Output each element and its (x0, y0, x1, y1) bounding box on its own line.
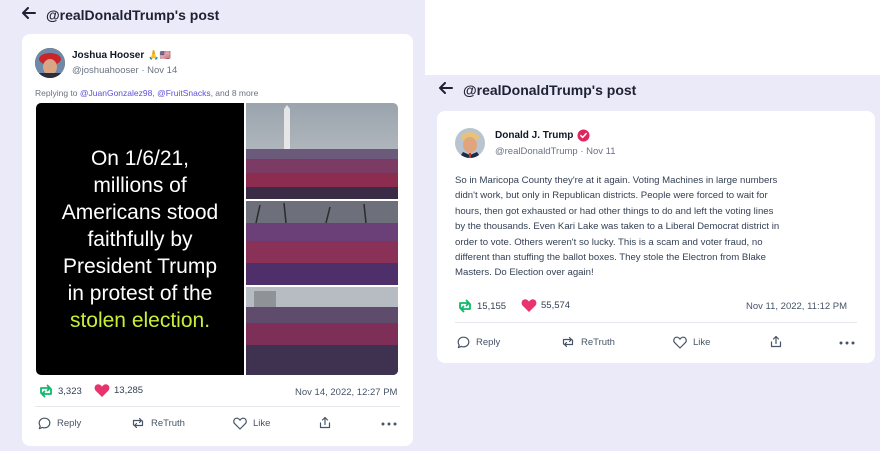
more-icon (839, 341, 855, 345)
quote-line: millions of (93, 173, 187, 197)
back-arrow-icon[interactable] (22, 6, 36, 24)
left-post-card: Joshua Hooser 🙏🇺🇸 @joshuahooser · Nov 14… (22, 34, 413, 446)
post-media[interactable]: On 1/6/21, millions of Americans stood f… (36, 103, 398, 375)
replying-to: Replying to @JuanGonzalez98, @FruitSnack… (35, 88, 259, 98)
right-header-title: @realDonaldTrump's post (463, 82, 637, 98)
crowd-photo-3 (246, 287, 398, 375)
divider (455, 322, 857, 323)
divider (35, 406, 400, 407)
share-button[interactable] (319, 416, 331, 429)
like-icon (233, 417, 247, 430)
verified-icon (577, 129, 590, 142)
reply-button[interactable]: Reply (457, 336, 500, 349)
retruth-icon (132, 417, 144, 429)
retruth-icon (562, 336, 574, 348)
like-button[interactable]: Like (233, 417, 270, 430)
left-post-panel: @realDonaldTrump's post Joshua Hooser 🙏🇺… (0, 0, 425, 451)
crowd-photo-2 (246, 201, 398, 285)
heart-icon (94, 384, 110, 397)
like-count[interactable]: 55,574 (521, 298, 570, 313)
heart-icon (521, 299, 537, 312)
quote-image: On 1/6/21, millions of Americans stood f… (36, 103, 244, 375)
author-name[interactable]: Joshua Hooser 🙏🇺🇸 (72, 50, 171, 61)
right-post-card: Donald J. Trump @realDonaldTrump · Nov 1… (437, 111, 875, 363)
share-icon (770, 335, 782, 348)
avatar[interactable] (455, 128, 485, 158)
share-button[interactable] (770, 335, 782, 348)
crowd-photo-1 (246, 103, 398, 199)
reply-button[interactable]: Reply (38, 417, 81, 430)
author-handle-date: @realDonaldTrump · Nov 11 (495, 146, 616, 157)
more-button[interactable] (839, 341, 855, 345)
quote-line: President Trump (62, 254, 218, 278)
comment-icon (457, 336, 470, 349)
post-body-line: order to vote. Others weren't so lucky. … (455, 236, 763, 248)
quote-line: Americans stood (61, 200, 219, 224)
like-count[interactable]: 13,285 (94, 383, 143, 398)
retruth-icon (459, 299, 471, 313)
avatar[interactable] (35, 48, 65, 78)
quote-highlight: stolen election. (69, 308, 211, 332)
left-header-title: @realDonaldTrump's post (46, 7, 220, 23)
post-timestamp[interactable]: Nov 11, 2022, 11:12 PM (746, 301, 847, 312)
retruth-button[interactable]: ReTruth (561, 336, 615, 348)
post-body-line: So in Maricopa County they're at it agai… (455, 175, 778, 186)
author-name[interactable]: Donald J. Trump (495, 129, 590, 142)
right-post-panel: @realDonaldTrump's post Donald J. Trump … (425, 75, 880, 451)
quote-line: On 1/6/21, (90, 146, 190, 170)
right-header: @realDonaldTrump's post (439, 81, 636, 99)
like-icon (673, 336, 687, 349)
quote-line: in protest of the (67, 281, 213, 305)
like-button[interactable]: Like (673, 336, 710, 349)
author-handle-date: @joshuahooser · Nov 14 (72, 65, 178, 76)
post-body-line: by the thousands. Even Kari Lake was tak… (455, 221, 780, 233)
retruth-count[interactable]: 3,323 (38, 384, 82, 398)
more-button[interactable] (381, 422, 397, 426)
back-arrow-icon[interactable] (439, 81, 453, 99)
post-body-line: didn't work, but only in Republican dist… (455, 190, 768, 202)
retruth-button[interactable]: ReTruth (131, 417, 185, 429)
left-header: @realDonaldTrump's post (22, 6, 219, 24)
comment-icon (38, 417, 51, 430)
post-body-line: hours, then got exhausted or had other t… (455, 205, 774, 217)
post-body-line: different than stuffing the ballot boxes… (455, 252, 766, 264)
author-emoji: 🙏🇺🇸 (148, 50, 171, 60)
post-timestamp[interactable]: Nov 14, 2022, 12:27 PM (295, 387, 397, 398)
quote-line: faithfully by (87, 227, 193, 251)
post-body-line: Masters. Do Election over again! (455, 267, 594, 279)
post-body: So in Maricopa County they're at it agai… (455, 173, 865, 281)
reply-mention-link[interactable]: @FruitSnacks (157, 88, 211, 98)
share-icon (319, 416, 331, 429)
reply-mention-link[interactable]: @JuanGonzalez98 (80, 88, 152, 98)
more-icon (381, 422, 397, 426)
retruth-icon (40, 384, 52, 398)
retruth-count[interactable]: 15,155 (457, 299, 506, 313)
